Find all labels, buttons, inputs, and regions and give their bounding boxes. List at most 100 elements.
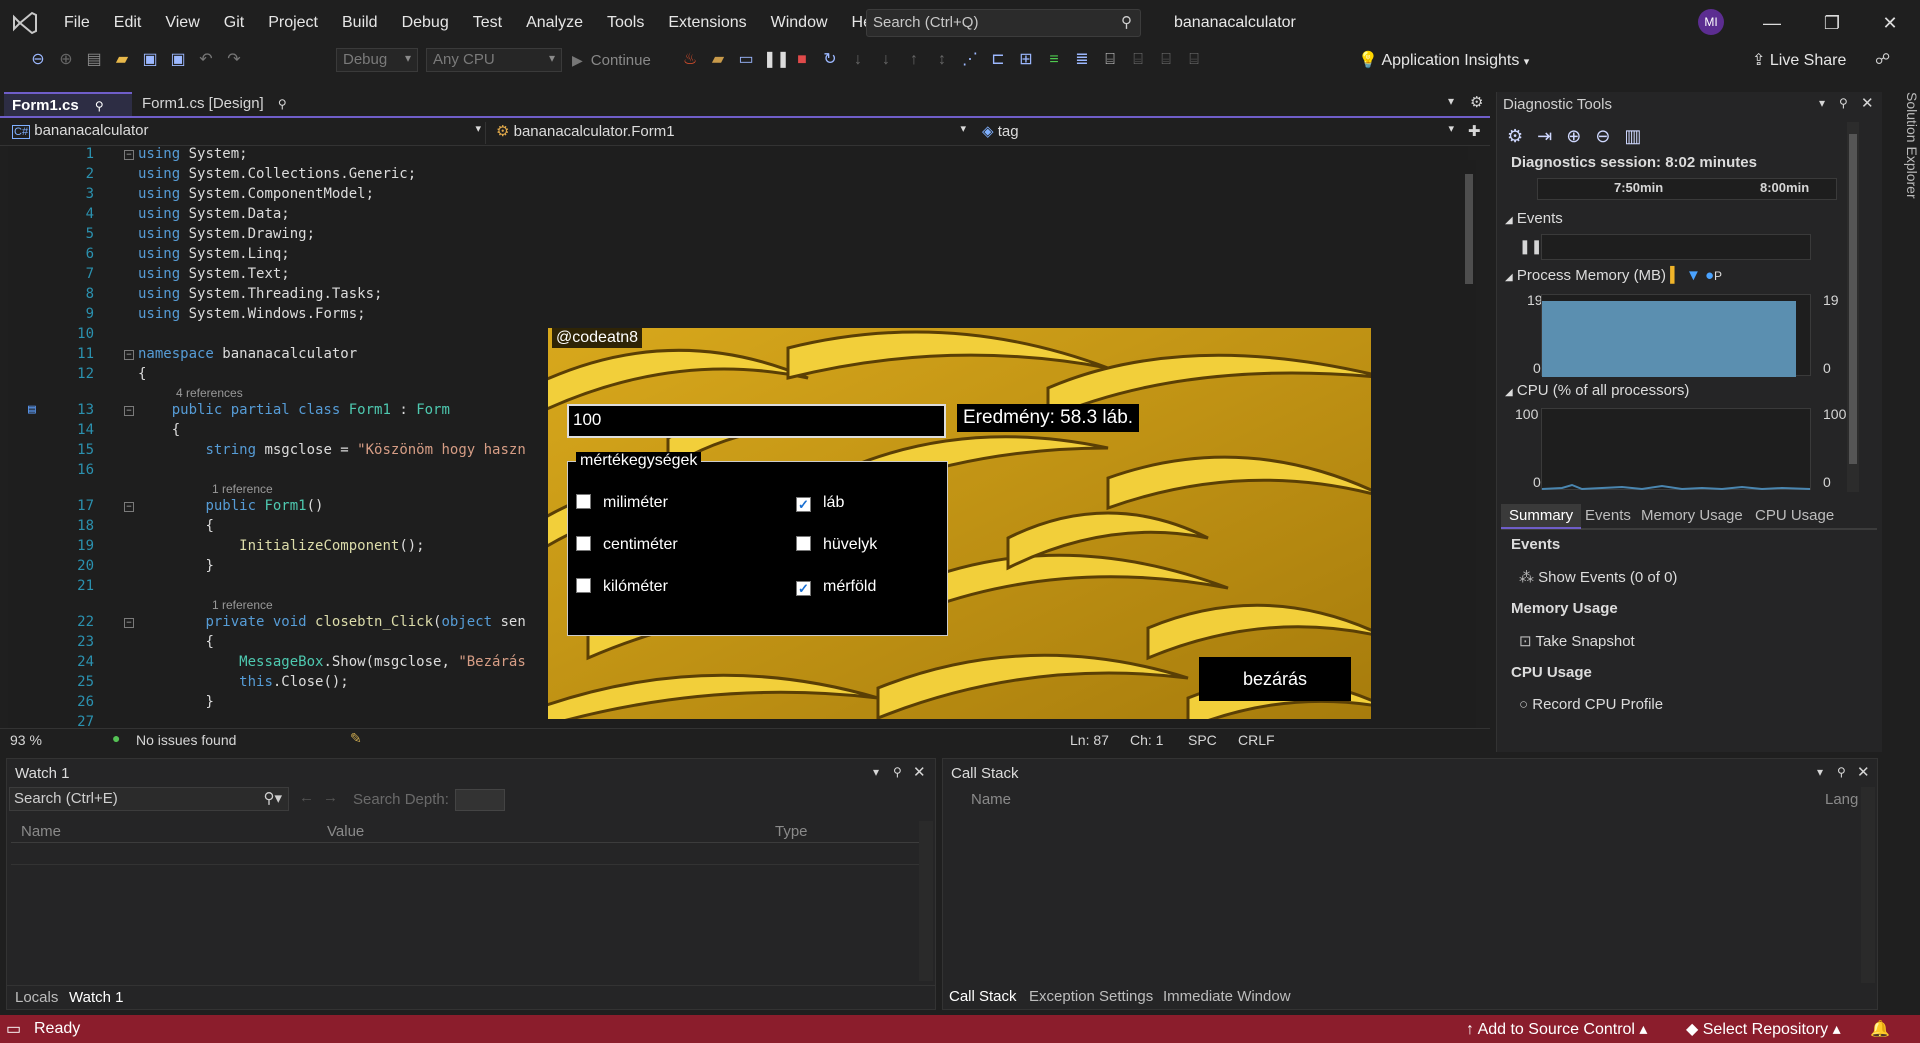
bookmark-next-icon[interactable]: ⌸ xyxy=(1155,49,1177,71)
timeline-ruler[interactable]: 7:50min 8:00min xyxy=(1537,178,1837,200)
pin-icon[interactable]: ⚲ xyxy=(95,99,104,113)
menu-tools[interactable]: Tools xyxy=(595,14,656,32)
menu-analyze[interactable]: Analyze xyxy=(514,14,595,32)
menu-build[interactable]: Build xyxy=(330,14,390,32)
checkbox-box[interactable] xyxy=(576,536,591,551)
chevron-down-icon[interactable]: ▾ xyxy=(1819,96,1825,110)
fold-toggle-icon[interactable]: − xyxy=(124,406,134,416)
cpu-section-header[interactable]: ◢ CPU (% of all processors) xyxy=(1505,382,1689,399)
tab-exception-settings[interactable]: Exception Settings xyxy=(1029,988,1153,1005)
breakpoint-icon[interactable]: ⊏ xyxy=(987,49,1009,71)
step-back-icon[interactable]: ↕ xyxy=(931,49,953,71)
code-lens-references[interactable]: 4 references xyxy=(176,386,243,400)
pause-icon[interactable]: ❚❚ xyxy=(1519,238,1542,255)
scroll-thumb[interactable] xyxy=(1849,134,1857,464)
stop-icon[interactable]: ■ xyxy=(791,49,813,71)
watch-empty-row[interactable] xyxy=(11,843,919,865)
step-out-icon[interactable]: ↑ xyxy=(903,49,925,71)
continue-button[interactable]: ▶ Continue xyxy=(572,46,651,74)
checkbox-box[interactable] xyxy=(796,536,811,551)
memory-chart[interactable] xyxy=(1541,294,1811,377)
column-name[interactable]: Name xyxy=(971,791,1011,808)
zoom-level[interactable]: 93 % xyxy=(10,732,42,748)
column-indicator[interactable]: Ch: 1 xyxy=(1130,732,1163,748)
back-icon[interactable]: ⊖ xyxy=(27,49,49,71)
close-icon[interactable]: ✕ xyxy=(1857,763,1870,781)
issues-status[interactable]: No issues found xyxy=(136,732,236,748)
checkbox-box[interactable]: ✓ xyxy=(796,497,811,512)
solution-explorer-tab[interactable]: Solution Explorer xyxy=(1882,92,1920,392)
checkbox-centimeter[interactable]: centiméter xyxy=(576,536,678,554)
minimize-icon[interactable]: — xyxy=(1752,8,1792,38)
tab-locals[interactable]: Locals xyxy=(15,989,58,1006)
pause-icon[interactable]: ❚❚ xyxy=(763,49,790,71)
uncomment-icon[interactable]: ≣ xyxy=(1071,49,1093,71)
menu-view[interactable]: View xyxy=(153,14,211,32)
live-share-button[interactable]: ⇪ Live Share xyxy=(1752,50,1846,70)
scroll-thumb[interactable] xyxy=(1465,174,1473,284)
code-lens-references[interactable]: 1 reference xyxy=(212,598,273,612)
tab-call-stack[interactable]: Call Stack xyxy=(949,988,1017,1005)
column-name[interactable]: Name xyxy=(21,823,61,840)
save-icon[interactable]: ▣ xyxy=(139,49,161,71)
window-icon[interactable]: ▭ xyxy=(735,49,757,71)
back-arrow-icon[interactable]: ← xyxy=(299,789,314,806)
hot-reload-icon[interactable]: ♨ xyxy=(679,49,701,71)
checkbox-kilometer[interactable]: kilóméter xyxy=(576,578,668,596)
config-dropdown[interactable]: Debug xyxy=(336,48,418,72)
folder-icon[interactable]: ▰ xyxy=(707,49,729,71)
application-insights-button[interactable]: 💡 Application Insights ▾ xyxy=(1358,50,1529,70)
notifications-icon[interactable]: 🔔 xyxy=(1870,1019,1890,1039)
fold-toggle-icon[interactable]: − xyxy=(124,618,134,628)
callstack-scrollbar[interactable] xyxy=(1861,787,1875,983)
diag-scrollbar[interactable] xyxy=(1847,122,1859,492)
bookmark-prev-icon[interactable]: ⌸ xyxy=(1127,49,1149,71)
settings-icon[interactable]: ⚙ xyxy=(1470,93,1483,111)
menu-debug[interactable]: Debug xyxy=(390,14,461,32)
tab-summary[interactable]: Summary xyxy=(1501,504,1582,529)
search-input[interactable]: Search (Ctrl+Q) ⚲ xyxy=(866,9,1141,37)
comment-icon[interactable]: ≡ xyxy=(1043,49,1065,71)
pin-icon[interactable]: ⚲ xyxy=(278,97,287,111)
menu-file[interactable]: File xyxy=(52,14,102,32)
platform-dropdown[interactable]: Any CPU xyxy=(426,48,562,72)
tab-immediate-window[interactable]: Immediate Window xyxy=(1163,988,1291,1005)
fold-toggle-icon[interactable]: − xyxy=(124,350,134,360)
select-repository-button[interactable]: ◆ Select Repository ▴ xyxy=(1686,1019,1841,1039)
split-editor-icon[interactable]: ✚ xyxy=(1468,122,1481,140)
chevron-down-icon[interactable]: ▾ xyxy=(873,765,879,779)
restart-icon[interactable]: ↻ xyxy=(819,49,841,71)
menu-edit[interactable]: Edit xyxy=(102,14,154,32)
menu-window[interactable]: Window xyxy=(759,14,840,32)
layout-icon[interactable]: ⊞ xyxy=(1015,49,1037,71)
bookmark-icon[interactable]: ⌸ xyxy=(1099,49,1121,71)
tab-cpu-usage[interactable]: CPU Usage xyxy=(1755,507,1834,524)
tab-memory-usage[interactable]: Memory Usage xyxy=(1641,507,1743,524)
redo-icon[interactable]: ↷ xyxy=(223,49,245,71)
close-icon[interactable]: ✕ xyxy=(1861,94,1874,112)
show-events-link[interactable]: ⁂ Show Events (0 of 0) xyxy=(1519,568,1677,586)
checkbox-box[interactable] xyxy=(576,494,591,509)
pin-icon[interactable]: ⚲ xyxy=(1839,96,1848,110)
brush-icon[interactable]: ✎ xyxy=(350,730,362,747)
member-dropdown[interactable]: ◈ tag ▾ xyxy=(982,122,1458,144)
bookmark-clear-icon[interactable]: ⌸ xyxy=(1183,49,1205,71)
step-into-icon[interactable]: ↓ xyxy=(875,49,897,71)
new-project-icon[interactable]: ▤ xyxy=(83,49,105,71)
checkbox-box[interactable] xyxy=(576,578,591,593)
settings-icon[interactable]: ⚙ xyxy=(1507,126,1523,147)
forward-arrow-icon[interactable]: → xyxy=(323,789,338,806)
checkbox-mile[interactable]: ✓ mérföld xyxy=(796,578,876,596)
open-folder-icon[interactable]: ▰ xyxy=(111,49,133,71)
project-dropdown[interactable]: C# bananacalculator ▾ xyxy=(12,122,486,144)
cpu-chart[interactable] xyxy=(1541,408,1811,491)
column-value[interactable]: Value xyxy=(327,823,364,840)
code-lens-icon[interactable]: ▤ xyxy=(28,402,36,417)
editor-scrollbar[interactable] xyxy=(1462,160,1476,728)
menu-git[interactable]: Git xyxy=(212,14,256,32)
value-input[interactable]: 100 xyxy=(567,404,946,438)
checkbox-foot[interactable]: ✓ láb xyxy=(796,494,844,512)
save-all-icon[interactable]: ▣ xyxy=(167,49,189,71)
take-snapshot-link[interactable]: ⊡ Take Snapshot xyxy=(1519,632,1635,650)
menu-project[interactable]: Project xyxy=(256,14,330,32)
